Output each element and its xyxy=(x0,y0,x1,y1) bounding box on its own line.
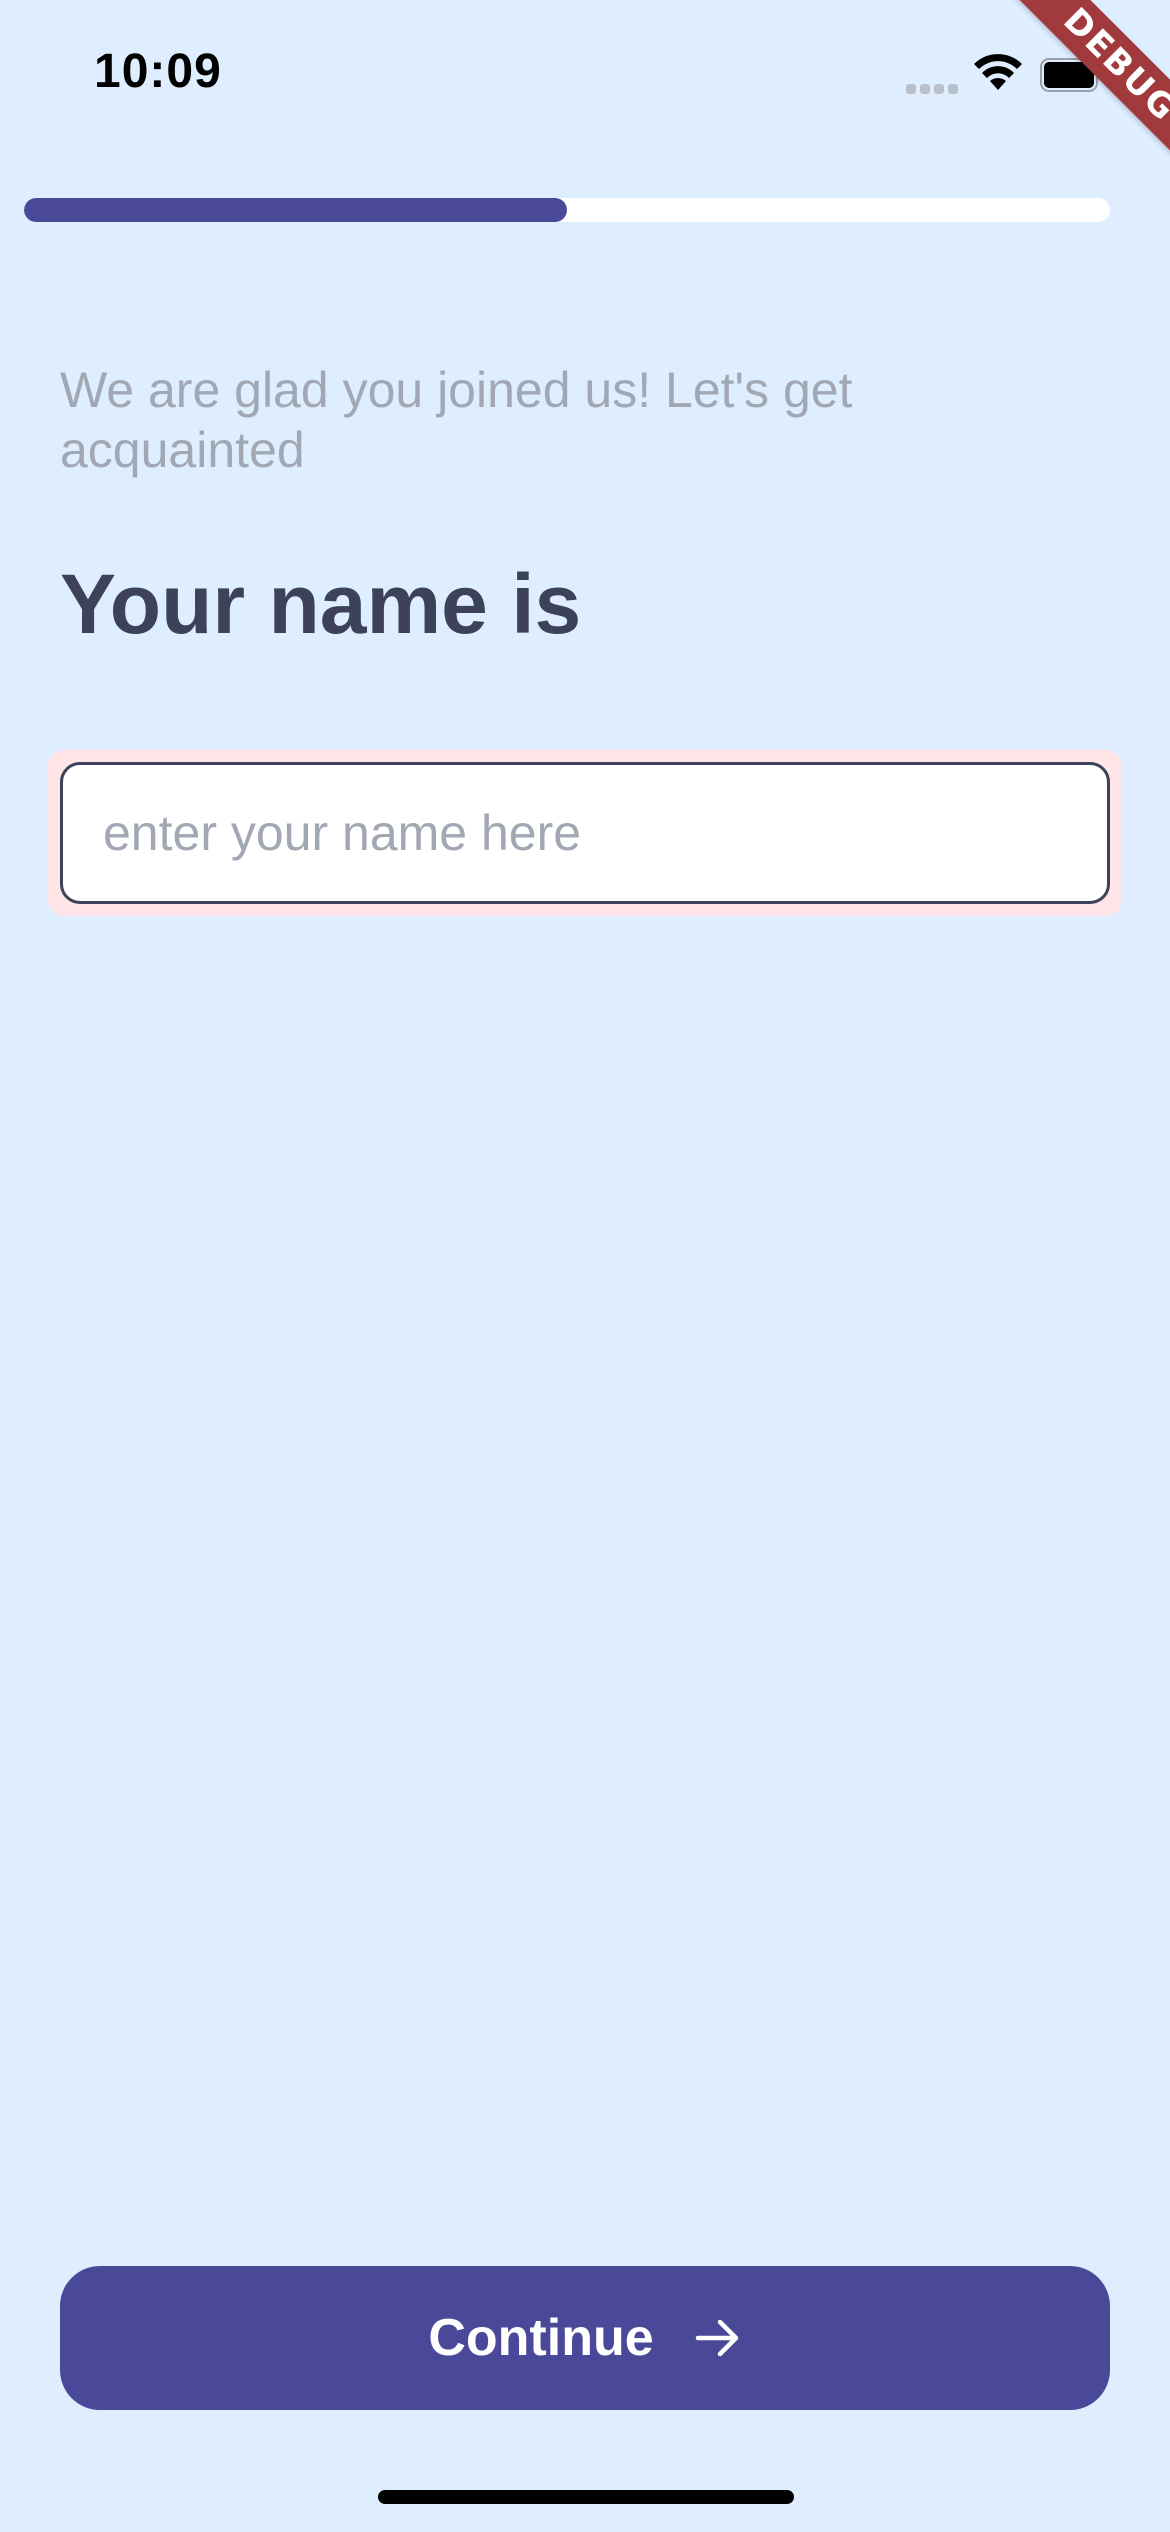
home-indicator xyxy=(378,2490,794,2504)
continue-button-label: Continue xyxy=(428,2309,654,2367)
continue-button[interactable]: Continue xyxy=(60,2266,1110,2410)
status-time: 10:09 xyxy=(94,45,222,98)
progress-bar xyxy=(24,198,1110,222)
cellular-signal-icon xyxy=(906,80,960,94)
page-title: Your name is xyxy=(60,557,582,651)
name-input[interactable] xyxy=(60,762,1110,904)
progress-bar-fill xyxy=(24,198,567,222)
welcome-subtitle: We are glad you joined us! Let's get acq… xyxy=(60,362,853,478)
arrow-right-icon xyxy=(695,2319,738,2357)
status-bar: 10:09 xyxy=(0,0,1170,150)
wifi-icon xyxy=(974,54,1022,90)
onboarding-screen: 10:09 DEBUG We are glad you joined us! L… xyxy=(0,0,1170,2532)
